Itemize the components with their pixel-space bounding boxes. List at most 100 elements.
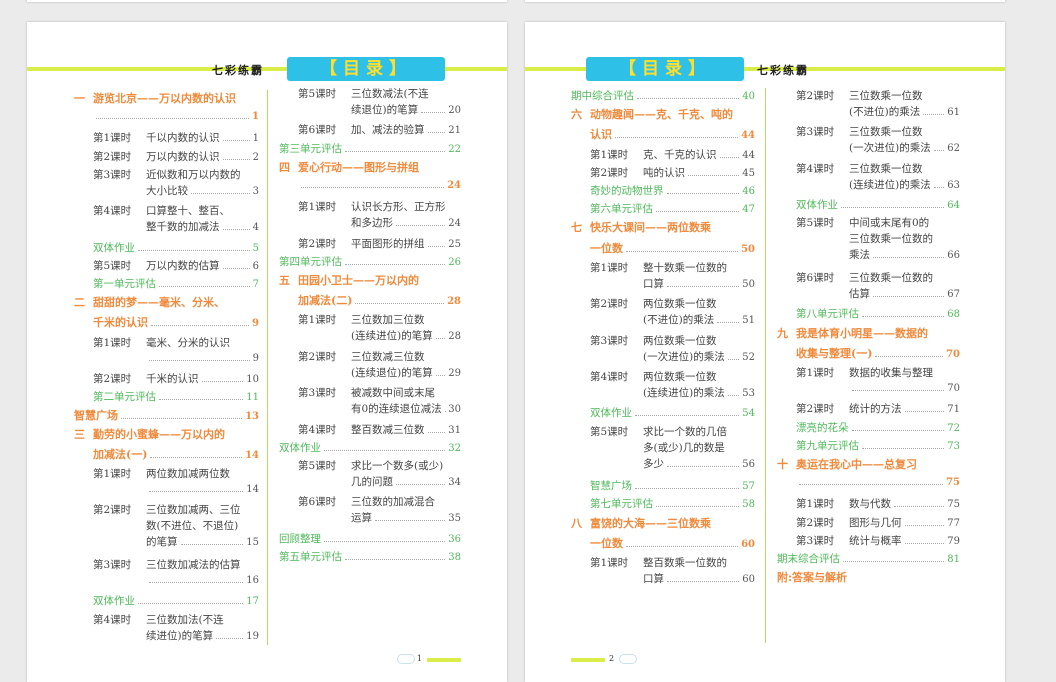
- lesson-line: (一次进位)的乘法 62: [849, 140, 960, 155]
- lesson-line: 续退位)的笔算 20: [351, 102, 461, 117]
- section-entry[interactable]: 漂亮的花朵 72: [796, 420, 960, 435]
- lesson-label: 第1课时: [796, 498, 835, 511]
- section-entry[interactable]: 回顾整理 36: [279, 531, 461, 546]
- section-entry[interactable]: 双体作业 32: [279, 440, 461, 455]
- lesson-title: 三位数的加减混合 运算 35: [351, 494, 461, 525]
- lesson-line: 三位数加法(不连: [146, 613, 224, 626]
- special-entry[interactable]: 附:答案与解析: [777, 569, 960, 585]
- lesson-line: 中间或末尾有0的: [849, 217, 930, 230]
- dot-leader: [727, 351, 740, 360]
- lesson-line: 大小比较 3: [146, 183, 259, 198]
- dot-leader: [862, 440, 945, 449]
- lesson-page-line: 16: [146, 574, 259, 586]
- lesson-title: 平面图形的拼组 25: [351, 236, 461, 251]
- lesson-title: 三位数乘一位数 (不进位)的乘法 61: [849, 88, 960, 119]
- lesson-label: 第1课时: [590, 557, 629, 569]
- unit-title-line: 奥运在我心中——总复习: [796, 458, 917, 471]
- lesson-line: 万以内数的认识 2: [146, 149, 259, 164]
- section-entry[interactable]: 第二单元评估 11: [93, 389, 259, 404]
- dot-leader: [851, 422, 945, 431]
- entry-title: 千米的认识: [146, 373, 199, 385]
- dot-leader: [216, 630, 244, 639]
- lesson-title: 整百数减三位数 31: [351, 422, 461, 437]
- page-ref: 77: [947, 517, 960, 529]
- dot-leader: [324, 533, 446, 542]
- lesson-page-line: 70: [849, 382, 960, 394]
- page-ref: 63: [947, 179, 960, 191]
- section-entry[interactable]: 双体作业 54: [590, 405, 755, 420]
- page-ref: 29: [448, 367, 461, 379]
- lesson-line: 续进位)的笔算 19: [146, 628, 259, 643]
- lesson-line: 近似数和万以内数的: [146, 168, 241, 181]
- unit-number: 十: [777, 458, 788, 471]
- unit-title-line: 收集与整理(一) 70: [796, 345, 960, 361]
- dot-leader: [873, 288, 945, 297]
- lesson-label: 第2课时: [590, 166, 629, 179]
- page-ref: 67: [947, 289, 960, 300]
- lesson-title: 三位数减三位数 (连续退位)的笔算 29: [351, 349, 461, 380]
- page-ref: 16: [246, 575, 259, 586]
- lesson-title: 三位数加减法的估算 16: [146, 557, 259, 586]
- section-entry[interactable]: 第三单元评估 22: [279, 141, 461, 156]
- entry-title: 双体作业: [93, 595, 135, 608]
- section-entry[interactable]: 第五单元评估 38: [279, 549, 461, 564]
- lesson-title: 毫米、分米的认识 9: [146, 335, 259, 364]
- lesson-line: 三位数加三位数: [351, 314, 425, 327]
- unit-title-line: 我是体育小明星——数据的: [796, 326, 928, 340]
- page-ref: 22: [448, 143, 461, 155]
- entry-title: (一次进位)的乘法: [643, 350, 725, 363]
- section-entry[interactable]: 第七单元评估 58: [590, 496, 755, 511]
- page-ref: 2: [252, 151, 259, 163]
- lesson-line: 克、千克的认识 44: [643, 147, 755, 162]
- unit-number: 一: [74, 92, 85, 105]
- lesson-title: 整百数乘一位数的 口算 60: [643, 555, 755, 586]
- entry-title: 整千数的加减法: [146, 221, 220, 234]
- page-ref: 60: [742, 574, 755, 585]
- section-entry[interactable]: 双体作业 17: [93, 593, 259, 608]
- page-ref: 10: [246, 374, 259, 385]
- section-entry[interactable]: 双体作业 5: [93, 240, 259, 255]
- lesson-line: 运算 35: [351, 510, 461, 525]
- lesson-label: 第5课时: [796, 217, 835, 230]
- lesson-line: 求比一个数的几倍: [643, 425, 727, 438]
- section-entry[interactable]: 第九单元评估 73: [796, 438, 960, 453]
- section-entry[interactable]: 智慧广场 57: [590, 478, 755, 493]
- section-entry[interactable]: 第一单元评估 7: [93, 276, 259, 291]
- lesson-label: 第2课时: [298, 350, 337, 363]
- lesson-label: 第3课时: [590, 334, 629, 347]
- toc-banner: 【目录】: [287, 57, 445, 81]
- section-entry[interactable]: 第四单元评估 26: [279, 254, 461, 269]
- lesson-line: 多(或少)几的数是: [643, 441, 725, 454]
- dot-leader: [355, 295, 445, 305]
- page-ref: 44: [742, 149, 755, 161]
- section-entry[interactable]: 第六单元评估 47: [590, 201, 755, 216]
- dot-leader: [852, 382, 945, 391]
- section-entry[interactable]: 双体作业 64: [796, 197, 960, 212]
- special-entry[interactable]: 智慧广场 13: [74, 407, 259, 423]
- dot-leader: [635, 407, 740, 417]
- section-entry[interactable]: 期中综合评估 40: [571, 88, 755, 103]
- page-ref: 7: [252, 279, 259, 290]
- lesson-title: 加、减法的验算 21: [351, 122, 461, 137]
- entry-title: 第八单元评估: [796, 308, 859, 321]
- dot-leader: [841, 199, 945, 209]
- dot-leader: [904, 535, 945, 544]
- entry-title: (不进位)的乘法: [849, 106, 921, 118]
- dot-leader: [626, 243, 739, 252]
- section-entry[interactable]: 奇妙的动物世界 46: [590, 183, 755, 198]
- lesson-line: 有0的连续退位减法 30: [351, 401, 461, 416]
- page-ref: 24: [448, 218, 461, 230]
- lesson-title: 克、千克的认识 44: [643, 147, 755, 162]
- lesson-title: 口算整十、整百、 整千数的加减法 4: [146, 203, 259, 234]
- page-ref: 1: [252, 111, 259, 123]
- dot-leader: [222, 260, 250, 269]
- page-ref: 54: [742, 408, 755, 420]
- unit-title-line: 千米的认识 9: [93, 314, 259, 330]
- section-entry[interactable]: 期末综合评估 81: [777, 551, 960, 566]
- entry-title: 第七单元评估: [590, 498, 653, 511]
- page-ref: 31: [448, 424, 461, 436]
- lesson-label: 第5课时: [298, 88, 337, 100]
- lesson-line: 三位数乘一位数: [849, 90, 923, 102]
- section-entry[interactable]: 第八单元评估 68: [796, 306, 960, 321]
- page-ref: 68: [947, 309, 960, 321]
